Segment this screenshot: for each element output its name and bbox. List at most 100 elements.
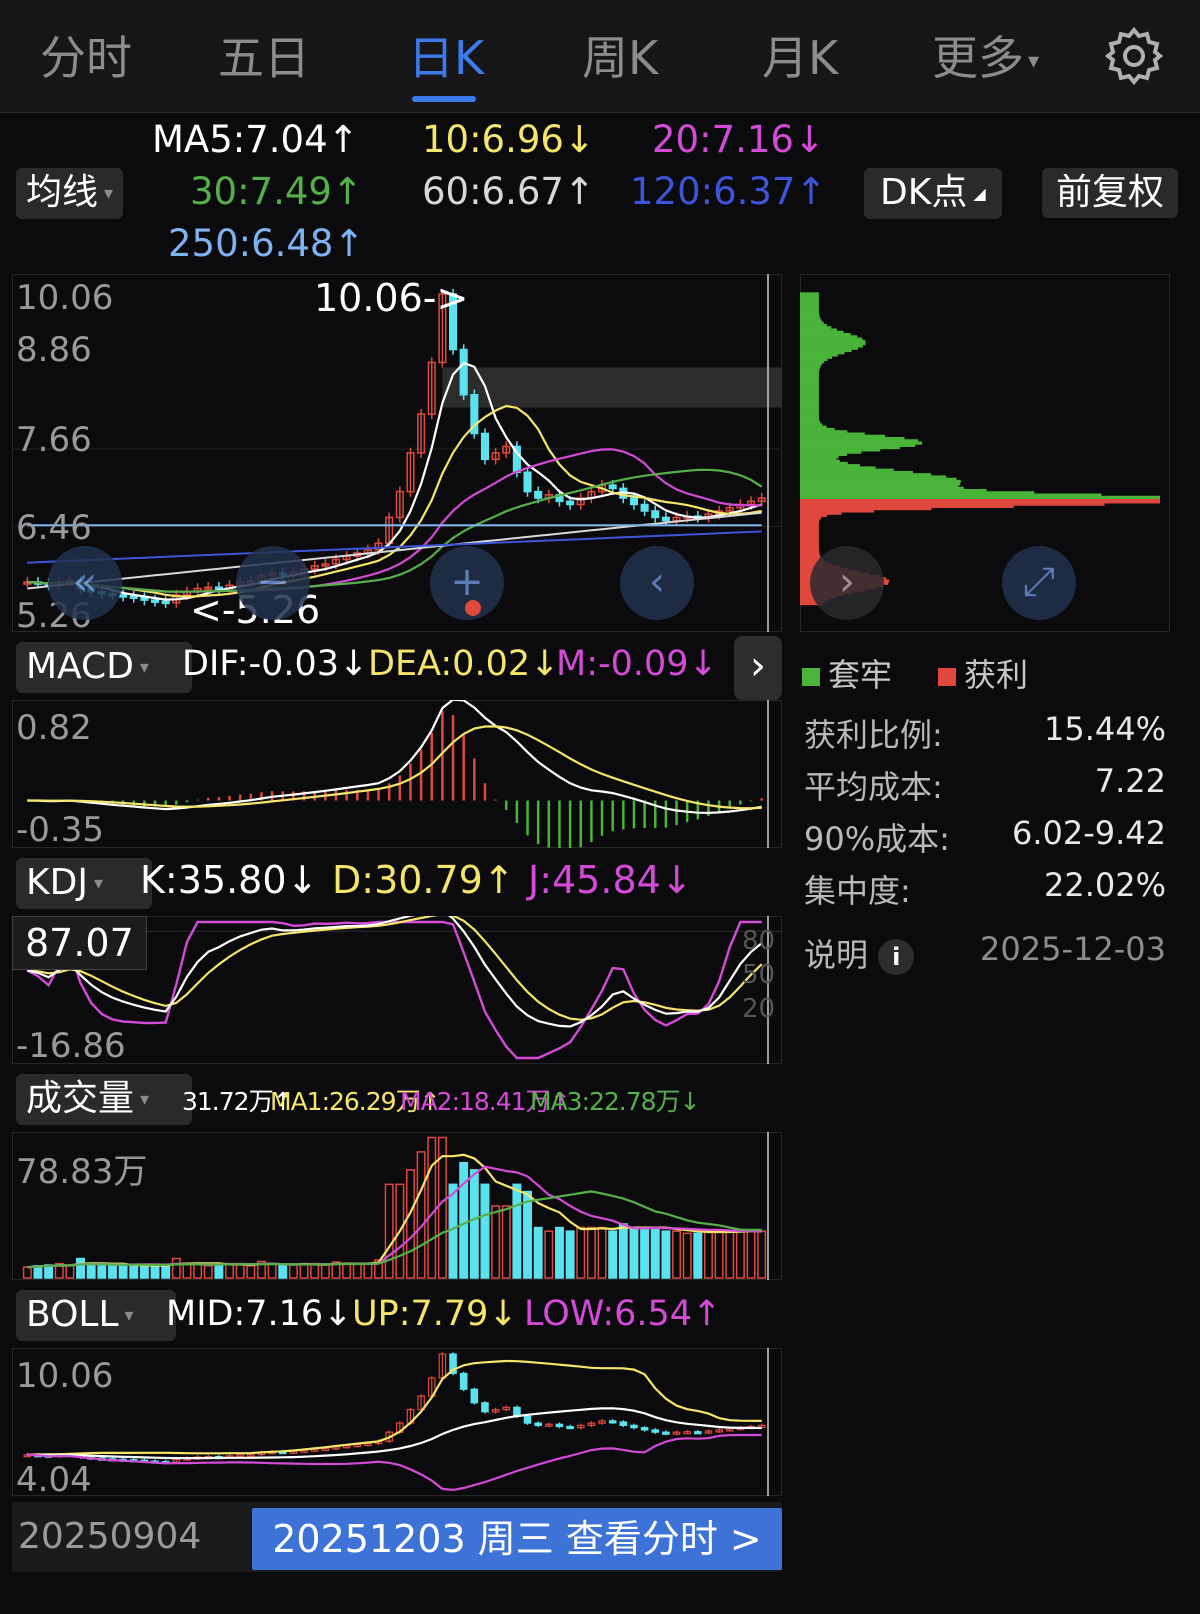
volume-bar: [235, 1262, 245, 1279]
price-axis-label: 6.46: [16, 508, 92, 548]
volume-bar: [746, 1230, 756, 1279]
candle-body: [534, 490, 543, 499]
tab-fenshi[interactable]: 分时: [40, 22, 132, 88]
candle-body: [661, 516, 670, 522]
price-axis-label: 7.66: [16, 420, 92, 460]
volume-bar: [97, 1264, 107, 1279]
expand-icon[interactable]: ⤢: [1002, 546, 1076, 620]
ma20-value: 20:7.16↓: [652, 118, 825, 161]
boll-candle-body: [566, 1425, 574, 1430]
volume-bar: [703, 1230, 713, 1279]
boll-candle-body: [662, 1431, 670, 1435]
boll-low: LOW:6.54↑: [524, 1294, 722, 1334]
macd-axis-top: 0.82: [16, 708, 92, 748]
zoom-out-icon[interactable]: −: [236, 546, 310, 620]
volume-bar: [86, 1262, 96, 1279]
profit-label: 获利: [964, 656, 1029, 694]
explain-link[interactable]: 说明 i: [804, 930, 915, 976]
ma-selector-button[interactable]: 均线 ▾: [16, 168, 124, 219]
ma-selector-label: 均线: [26, 172, 99, 213]
candle-body: [651, 510, 660, 519]
volume-bar: [757, 1230, 767, 1279]
boll-up: UP:7.79↓: [352, 1294, 518, 1334]
volume-bar: [608, 1230, 618, 1279]
tab-zhouk[interactable]: 周K: [582, 22, 658, 88]
legend-trapped: 套牢: [802, 650, 892, 696]
scroll-left-icon[interactable]: ‹: [620, 546, 694, 620]
gear-icon[interactable]: [1104, 26, 1164, 86]
chip-bar: [800, 292, 819, 296]
volume-bar: [501, 1205, 511, 1279]
volume-bar: [661, 1230, 671, 1279]
volume-bar: [469, 1169, 479, 1279]
candle-body: [459, 348, 468, 396]
volume-bar: [405, 1169, 415, 1279]
volume-bar: [225, 1262, 235, 1279]
volume-bar: [618, 1223, 628, 1279]
macd-indicator-selector[interactable]: MACD ▾: [16, 642, 192, 693]
volume-bar: [342, 1262, 352, 1279]
boll-indicator-selector[interactable]: BOLL ▾: [16, 1290, 176, 1341]
boll-candle-body: [640, 1427, 649, 1431]
volume-bar: [161, 1265, 171, 1279]
trapped-swatch: [802, 668, 820, 686]
volume-bar: [288, 1264, 298, 1279]
adjust-price-button[interactable]: 前复权: [1042, 168, 1179, 218]
candle-body: [480, 432, 490, 461]
tab-rik[interactable]: 日K: [408, 22, 484, 88]
volume-bar: [129, 1265, 139, 1279]
volume-bar: [107, 1265, 117, 1279]
price-axis-label: 10.06: [16, 278, 114, 318]
boll-candle-body: [694, 1431, 702, 1435]
candle-body: [161, 600, 170, 605]
chip-date: 2025-12-03: [980, 930, 1166, 968]
candle-body: [119, 594, 128, 598]
chevron-right-icon[interactable]: ›: [810, 546, 884, 620]
chevron-down-icon: ▾: [1028, 49, 1040, 74]
profit-swatch: [938, 668, 956, 686]
kdj-indicator-selector[interactable]: KDJ ▾: [16, 858, 152, 909]
volume-bar: [427, 1136, 437, 1279]
volume-bar: [182, 1262, 192, 1279]
volume-bar: [576, 1226, 586, 1279]
tab-yuek[interactable]: 月K: [762, 22, 838, 88]
boll-mid-line: [27, 1407, 762, 1460]
info-icon[interactable]: i: [878, 939, 915, 975]
volume-selector-label: 成交量: [26, 1078, 135, 1119]
view-intraday-button[interactable]: 20251203 周三 查看分时 >: [252, 1508, 782, 1570]
boll-axis-bottom: 4.04: [16, 1460, 92, 1500]
tab-more[interactable]: 更多 ▾: [932, 22, 1039, 88]
volume-indicator-selector[interactable]: 成交量 ▾: [16, 1074, 192, 1125]
volume-bar: [586, 1226, 596, 1279]
volume-bar: [310, 1262, 320, 1279]
macd-dif: DIF:-0.03↓: [182, 644, 369, 684]
volume-bar: [320, 1264, 330, 1279]
boll-candle-body: [651, 1429, 660, 1433]
volume-bar: [299, 1262, 309, 1279]
stat-label: 平均成本:: [804, 768, 943, 806]
volume-bar: [650, 1226, 660, 1279]
boll-candle-body: [608, 1420, 617, 1424]
scroll-left-double-icon[interactable]: «: [48, 546, 122, 620]
volume-bar: [278, 1265, 288, 1279]
chevron-down-icon: ▾: [93, 873, 103, 894]
boll-candle-body: [619, 1421, 628, 1426]
candle-body: [523, 471, 532, 493]
chevron-right-icon[interactable]: ›: [734, 636, 782, 700]
candle-body: [129, 595, 138, 599]
kdj-axis-bottom: -16.86: [16, 1026, 126, 1066]
volume-bar: [491, 1205, 501, 1279]
chevron-down-icon: ▾: [124, 1305, 134, 1326]
boll-candle-body: [470, 1388, 479, 1404]
volume-bar: [203, 1265, 213, 1279]
boll-mid: MID:7.16↓: [166, 1294, 353, 1334]
dk-point-button[interactable]: DK点 ◢: [864, 168, 1002, 219]
kdj-ref-50: 50: [742, 960, 776, 990]
dk-point-label: DK点: [880, 172, 968, 213]
macd-chart: [27, 700, 769, 848]
active-tab-indicator: [412, 96, 476, 102]
kdj-j: J:45.84↓: [528, 858, 693, 902]
tab-wuri[interactable]: 五日: [218, 22, 310, 88]
ma250-value: 250:6.48↑: [168, 222, 365, 265]
macd-selector-label: MACD: [26, 646, 134, 687]
